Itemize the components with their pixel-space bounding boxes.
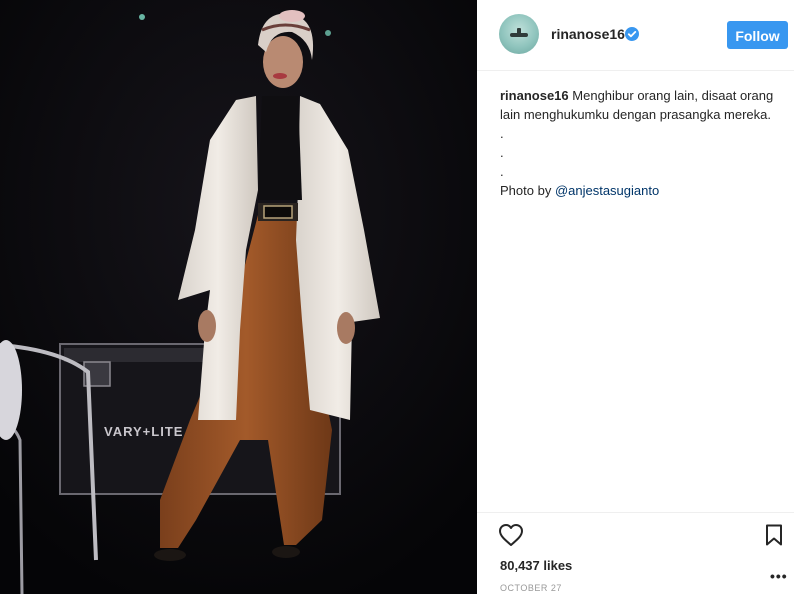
heart-outline-icon[interactable]: [498, 523, 524, 547]
case-label: VARY+LITE: [104, 424, 183, 439]
post-header: rinanose16 Follow: [477, 0, 794, 71]
caption-username-link[interactable]: rinanose16: [500, 88, 569, 103]
stage-light: [139, 14, 145, 20]
caption-dot: .: [500, 145, 504, 160]
caption-dot: .: [500, 126, 504, 141]
verified-badge-icon: [625, 27, 639, 41]
avatar-boat: [510, 33, 528, 37]
follow-button[interactable]: Follow: [727, 21, 788, 49]
post-photo[interactable]: VARY+LITE: [0, 0, 477, 594]
username-link[interactable]: rinanose16: [551, 26, 625, 42]
post-sidebar: rinanose16 Follow rinanose16 Menghibur o…: [477, 0, 794, 594]
more-options-icon[interactable]: •••: [770, 568, 788, 584]
photo-credit-mention-link[interactable]: @anjestasugianto: [555, 183, 659, 198]
post-date[interactable]: OCTOBER 27: [500, 583, 562, 593]
caption-dot: .: [500, 164, 504, 179]
avatar[interactable]: [499, 14, 539, 54]
likes-count[interactable]: 80,437 likes: [500, 558, 572, 573]
post-actions: 80,437 likes ••• OCTOBER 27: [477, 512, 794, 595]
photo-illustration: VARY+LITE: [0, 0, 477, 594]
stage-light: [325, 30, 331, 36]
photo-credit-prefix: Photo by: [500, 183, 555, 198]
caption: rinanose16 Menghibur orang lain, disaat …: [500, 86, 785, 200]
bookmark-outline-icon[interactable]: [765, 524, 783, 546]
